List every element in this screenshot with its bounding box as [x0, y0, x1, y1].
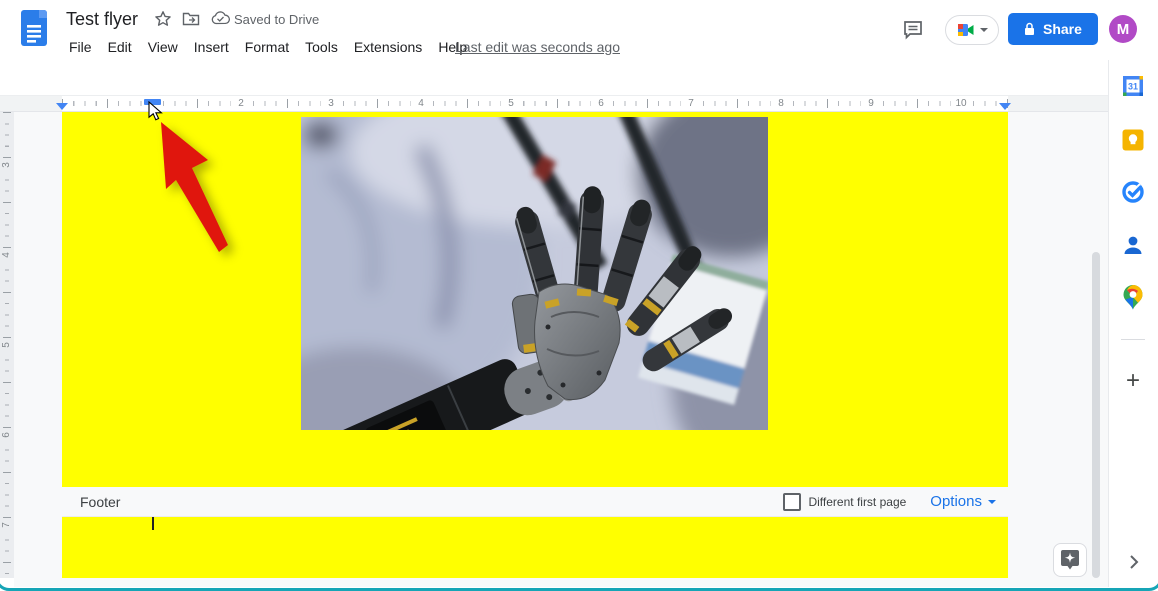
maps-icon[interactable] — [1121, 285, 1145, 310]
chevron-right-icon — [1130, 555, 1139, 569]
menu-format[interactable]: Format — [237, 36, 297, 58]
ruler-left-margin-zone[interactable] — [0, 96, 62, 111]
menu-insert[interactable]: Insert — [186, 36, 237, 58]
ruler-number: 9 — [861, 97, 881, 110]
document-title[interactable]: Test flyer — [66, 9, 138, 30]
options-dropdown-icon — [988, 499, 996, 504]
text-cursor — [152, 517, 154, 530]
meet-icon — [957, 22, 977, 38]
avatar[interactable]: M — [1109, 15, 1137, 43]
document-image[interactable] — [301, 117, 768, 430]
toolbar: 100% Normal text Arial 11 B I U A — [0, 60, 1108, 150]
docs-logo-icon[interactable] — [20, 9, 48, 47]
explore-button[interactable] — [1053, 543, 1087, 577]
different-first-page-checkbox[interactable] — [783, 492, 802, 511]
hide-side-panel-button[interactable] — [1122, 550, 1146, 574]
vertical-ruler-number: 7 — [0, 518, 14, 532]
ruler-number: 3 — [321, 97, 341, 110]
ruler-number: 4 — [411, 97, 431, 110]
menu-extensions[interactable]: Extensions — [346, 36, 430, 58]
vertical-scrollbar[interactable] — [1092, 252, 1100, 578]
vertical-ruler-number: 3 — [0, 158, 14, 172]
contacts-icon[interactable] — [1121, 233, 1145, 257]
footer-options-label: Options — [930, 493, 982, 510]
tasks-icon[interactable] — [1121, 180, 1145, 204]
vertical-ruler-number: 5 — [0, 338, 14, 352]
ruler-number: 6 — [591, 97, 611, 110]
share-label: Share — [1043, 21, 1082, 37]
mouse-cursor — [148, 101, 163, 122]
share-button[interactable]: Share — [1008, 13, 1098, 45]
menu-view[interactable]: View — [140, 36, 186, 58]
header: Test flyer Saved to Drive File Edit View… — [0, 0, 1158, 60]
comment-history-icon[interactable] — [902, 19, 924, 41]
footer-bar: Footer Different first page Options — [62, 487, 1008, 517]
vertical-ruler-number: 4 — [0, 248, 14, 262]
keep-icon[interactable] — [1121, 128, 1145, 152]
star-icon[interactable] — [154, 10, 172, 28]
chevron-down-icon — [979, 28, 988, 32]
left-indent-marker[interactable] — [56, 103, 68, 110]
saved-status: Saved to Drive — [234, 12, 320, 27]
meet-call-button[interactable] — [945, 15, 999, 45]
vertical-ruler-number: 6 — [0, 428, 14, 442]
ruler-number: 10 — [951, 97, 971, 110]
menu-bar: File Edit View Insert Format Tools Exten… — [61, 36, 475, 58]
footer-label: Footer — [80, 493, 121, 510]
ruler-right-margin-zone[interactable] — [1008, 96, 1108, 111]
move-to-folder-icon[interactable] — [182, 11, 200, 27]
get-add-ons-button[interactable]: + — [1121, 369, 1145, 393]
menu-file[interactable]: File — [61, 36, 100, 58]
menu-edit[interactable]: Edit — [100, 36, 140, 58]
side-panel-divider — [1121, 339, 1145, 340]
ruler-number: 8 — [771, 97, 791, 110]
cloud-saved-icon[interactable] — [211, 11, 230, 26]
plus-icon: + — [1125, 367, 1140, 394]
last-edit-link[interactable]: Last edit was seconds ago — [455, 39, 620, 55]
explore-icon — [1061, 550, 1079, 570]
ruler-number: 7 — [681, 97, 701, 110]
different-first-page-label[interactable]: Different first page — [808, 495, 906, 509]
right-indent-marker[interactable] — [999, 103, 1011, 110]
lock-icon — [1025, 22, 1034, 35]
ruler-number: 5 — [501, 97, 521, 110]
svg-text:31: 31 — [1128, 82, 1138, 92]
calendar-icon[interactable]: 31 — [1121, 74, 1145, 98]
footer-options-dropdown[interactable]: Options — [930, 493, 996, 510]
annotation-arrow — [130, 95, 270, 280]
menu-tools[interactable]: Tools — [297, 36, 346, 58]
